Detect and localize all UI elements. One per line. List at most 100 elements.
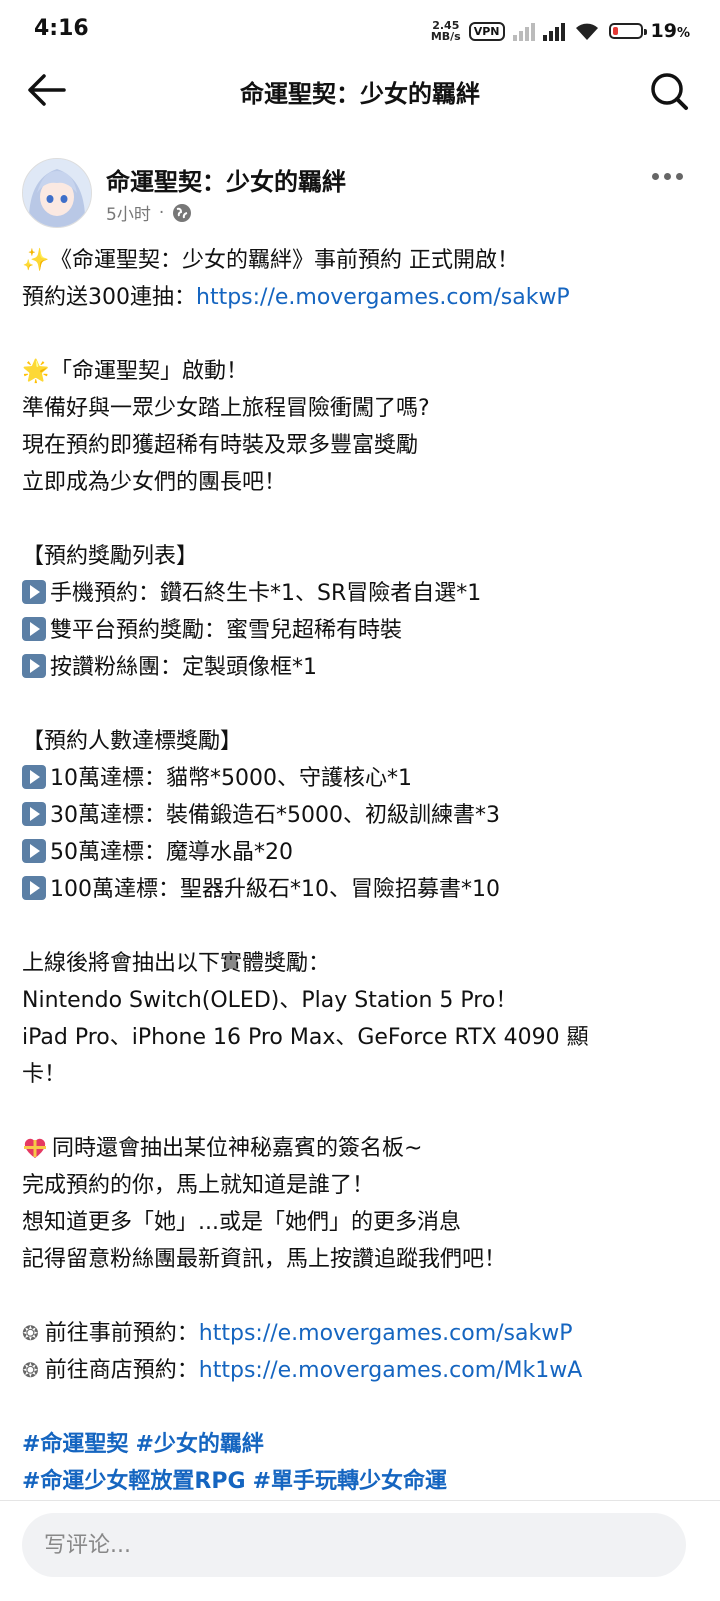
post-link[interactable]: https://e.movergames.com/sakwP xyxy=(199,1321,573,1346)
post-text: 現在預約即獲超稀有時裝及眾多豐富獎勵 xyxy=(22,433,419,458)
globe-icon xyxy=(173,203,192,222)
search-button[interactable] xyxy=(648,70,692,112)
post-text: 立即成為少女們的團長吧！ xyxy=(22,470,287,495)
more-dot-icon xyxy=(676,172,683,180)
post-text: 想知道更多「她」...或是「她們」的更多消息 xyxy=(22,1210,461,1235)
post-time[interactable]: 5小时 xyxy=(106,200,151,225)
post-text: 同時還會抽出某位神秘嘉賓的簽名板~ xyxy=(52,1136,423,1161)
battery-percent: 19% xyxy=(650,20,690,42)
status-bar: 4:16 2.45 MB/s VPN 19% xyxy=(0,0,720,62)
play-button-icon xyxy=(22,876,46,900)
post-text: 記得留意粉絲團最新資訊，馬上按讚追蹤我們吧！ xyxy=(22,1247,507,1272)
post-line: 50萬達標：魔導水晶*20 xyxy=(22,834,702,871)
more-dot-icon xyxy=(652,172,659,180)
post-text: 【預約獎勵列表】 xyxy=(22,544,199,569)
more-dot-icon xyxy=(664,172,671,180)
page-title: 命運聖契：少女的羈絆 xyxy=(240,80,480,108)
post-line: iPad Pro、iPhone 16 Pro Max、GeForce RTX 4… xyxy=(22,1019,702,1056)
network-speed-unit: MB/s xyxy=(430,30,461,43)
play-button-icon xyxy=(22,802,46,826)
post-line: 【預約人數達標獎勵】 xyxy=(22,723,702,760)
post-line: 30萬達標：裝備鍛造石*5000、初級訓練書*3 xyxy=(22,797,702,834)
post-text: 按讚粉絲團：定製頭像框*1 xyxy=(50,655,317,680)
post-text: 50萬達標：魔導水晶*20 xyxy=(50,840,293,865)
post-line: ✨《命運聖契：少女的羈絆》事前預約 正式開啟！ xyxy=(22,242,702,279)
hashtag-link[interactable]: #命運聖契 xyxy=(22,1432,128,1457)
hashtag-link[interactable]: #單手玩轉少女命運 xyxy=(253,1469,447,1494)
post-text: 手機預約：鑽石終生卡*1、SR冒險者自選*1 xyxy=(50,581,482,606)
star-icon: 🌟 xyxy=(22,359,50,384)
comment-input[interactable] xyxy=(22,1513,686,1577)
play-button-icon xyxy=(22,580,46,604)
play-button-icon xyxy=(22,839,46,863)
post-line: 上線後將會抽出以下實體獎勵： xyxy=(22,945,702,982)
post-line: 100萬達標：聖器升級石*10、冒險招募書*10 xyxy=(22,871,702,908)
hashtag-link[interactable]: #少女的羈絆 xyxy=(135,1432,263,1457)
more-options-button[interactable] xyxy=(652,166,692,186)
post-line: 雙平台預約獎勵：蜜雪兒超稀有時裝 xyxy=(22,612,702,649)
post-line: 記得留意粉絲團最新資訊，馬上按讚追蹤我們吧！ xyxy=(22,1241,702,1278)
hashtag-link[interactable]: #命運少女輕放置RPG xyxy=(22,1469,246,1494)
post-line: 想知道更多「她」...或是「她們」的更多消息 xyxy=(22,1204,702,1241)
battery-icon xyxy=(608,23,647,39)
gift-heart-icon xyxy=(24,1138,46,1158)
post-text: 完成預約的你，馬上就知道是誰了！ xyxy=(22,1173,375,1198)
post-text: 預約送300連抽： xyxy=(22,285,196,310)
post-line: ❂ 前往商店預約：https://e.movergames.com/Mk1wA xyxy=(22,1352,702,1389)
post-link[interactable]: https://e.movergames.com/sakwP xyxy=(196,285,570,310)
post-line: ❂ 前往事前預約：https://e.movergames.com/sakwP xyxy=(22,1315,702,1352)
post-line: 🌟「命運聖契」啟動！ xyxy=(22,353,702,390)
search-icon xyxy=(651,73,688,110)
play-button-icon xyxy=(22,765,46,789)
post-text: iPad Pro、iPhone 16 Pro Max、GeForce RTX 4… xyxy=(22,1025,589,1050)
post-text: 10萬達標：貓幣*5000、守護核心*1 xyxy=(50,766,412,791)
post-text: 雙平台預約獎勵：蜜雪兒超稀有時裝 xyxy=(50,618,403,643)
post-line: 完成預約的你，馬上就知道是誰了！ xyxy=(22,1167,702,1204)
network-speed: 2.45 MB/s xyxy=(431,20,461,42)
comment-bar xyxy=(0,1500,720,1601)
avatar-image xyxy=(23,159,91,227)
post-text: 準備好與一眾少女踏上旅程冒險衝闖了嗎? xyxy=(22,396,430,421)
post-author[interactable]: 命運聖契：少女的羈絆 xyxy=(106,162,346,197)
post-line: 手機預約：鑽石終生卡*1、SR冒險者自選*1 xyxy=(22,575,702,612)
post-text: Nintendo Switch(OLED)、Play Station 5 Pro… xyxy=(22,988,518,1013)
status-icons: 2.45 MB/s VPN 19% xyxy=(431,14,690,48)
post-header: 命運聖契：少女的羈絆 5小时 · xyxy=(20,156,700,236)
gear-icon: ❂ xyxy=(22,1358,39,1382)
post-text: 30萬達標：裝備鍛造石*5000、初級訓練書*3 xyxy=(50,803,500,828)
post-body: ✨《命運聖契：少女的羈絆》事前預約 正式開啟！ 預約送300連抽：https://… xyxy=(22,242,702,1500)
signal-sim1-icon xyxy=(542,21,565,41)
post-line: #命運聖契 #少女的羈絆 xyxy=(22,1426,702,1463)
gear-icon: ❂ xyxy=(22,1321,39,1345)
post-line: 現在預約即獲超稀有時裝及眾多豐富獎勵 xyxy=(22,427,702,464)
post-link[interactable]: https://e.movergames.com/Mk1wA xyxy=(199,1358,583,1383)
post-line: 卡！ xyxy=(22,1056,702,1093)
post-text: 上線後將會抽出以下實體獎勵： xyxy=(22,951,331,976)
post-text: 100萬達標：聖器升級石*10、冒險招募書*10 xyxy=(50,877,500,902)
sparkles-icon: ✨ xyxy=(22,248,50,273)
avatar[interactable] xyxy=(22,158,92,228)
battery-level xyxy=(612,27,618,35)
post-text: 前往事前預約： xyxy=(44,1321,199,1346)
post-text: 卡！ xyxy=(22,1062,67,1087)
play-button-icon xyxy=(22,654,46,678)
post-text: 【預約人數達標獎勵】 xyxy=(22,729,243,754)
post-line: 預約送300連抽：https://e.movergames.com/sakwP xyxy=(22,279,702,316)
post-meta: 5小时 · xyxy=(106,200,192,225)
post-line: Nintendo Switch(OLED)、Play Station 5 Pro… xyxy=(22,982,702,1019)
post-line: 10萬達標：貓幣*5000、守護核心*1 xyxy=(22,760,702,797)
post-line: 【預約獎勵列表】 xyxy=(22,538,702,575)
post-line: 按讚粉絲團：定製頭像框*1 xyxy=(22,649,702,686)
post-line: 立即成為少女們的團長吧！ xyxy=(22,464,702,501)
post-line: #命運少女輕放置RPG #單手玩轉少女命運 xyxy=(22,1463,702,1500)
post-text: 「命運聖契」啟動！ xyxy=(50,359,249,384)
meta-separator: · xyxy=(158,202,165,223)
status-time: 4:16 xyxy=(34,16,89,41)
